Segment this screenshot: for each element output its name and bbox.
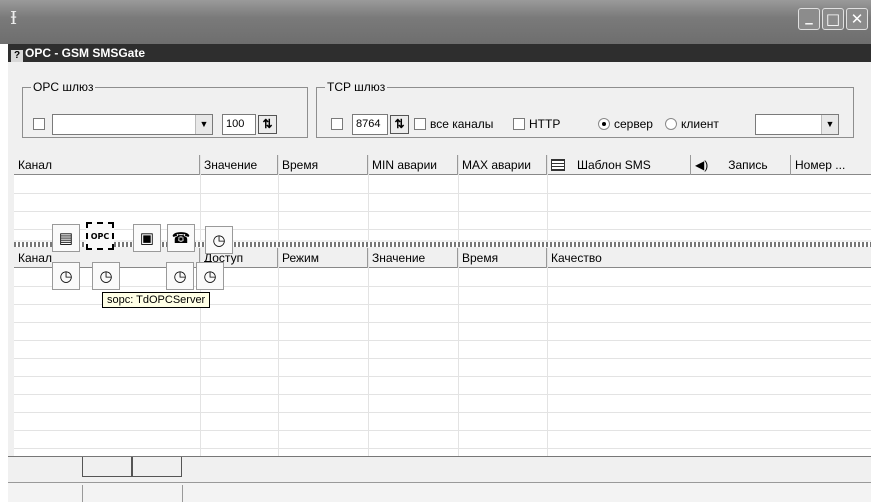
col-header-number[interactable]: Номер ... (791, 155, 871, 175)
col-header-quality[interactable]: Качество (547, 248, 871, 268)
window-titlebar[interactable]: Ɨ _ □ ✕ (0, 0, 871, 44)
grid-row-line (14, 211, 871, 212)
client-address-combo[interactable]: ▼ (755, 114, 839, 135)
modem-icon[interactable]: ☎ (167, 224, 195, 252)
server-label: сервер (614, 117, 653, 131)
col-header-tag-value[interactable]: Значение (368, 248, 458, 268)
opc-gateway-legend: OPC шлюз (33, 80, 94, 94)
timer-icon[interactable]: ◷ (166, 262, 194, 290)
close-button[interactable]: ✕ (846, 8, 868, 30)
component-tooltip: sopc: TdOPCServer (102, 292, 211, 308)
server-radio[interactable] (598, 118, 610, 130)
help-icon: ? (11, 50, 23, 62)
grid-row-line (14, 340, 871, 341)
tab-strip (8, 456, 871, 482)
grid-col-line (458, 248, 459, 456)
app-icon[interactable]: Ɨ (10, 8, 30, 30)
client-radio[interactable] (665, 118, 677, 130)
tab-2[interactable] (132, 457, 182, 477)
col-header-record[interactable]: ◀) Запись (691, 155, 791, 175)
opc-interval-value: 100 (226, 118, 245, 130)
grid-col-line (458, 155, 459, 240)
minimize-icon: _ (805, 7, 813, 25)
grid-col-line (368, 155, 369, 240)
col-header-tag-time[interactable]: Время (458, 248, 547, 268)
tcp-port-field[interactable]: 8764 (352, 114, 388, 135)
grid-row-line (14, 448, 871, 449)
opc-server-icon[interactable]: OPC (86, 222, 114, 250)
all-channels-label: все каналы (430, 117, 494, 131)
grid-row-line (14, 358, 871, 359)
grid-row-line (14, 430, 871, 431)
maximize-button[interactable]: □ (822, 8, 844, 30)
tcp-enable-checkbox[interactable] (331, 118, 343, 130)
serial-port-icon[interactable]: ▣ (133, 224, 161, 252)
client-label: клиент (681, 117, 719, 131)
maximize-icon: □ (825, 10, 841, 28)
timer-icon[interactable]: ◷ (52, 262, 80, 290)
grid-row-line (14, 376, 871, 377)
timer-icon[interactable]: ◷ (92, 262, 120, 290)
tab-1[interactable] (82, 457, 132, 477)
document-title: OPC - GSM SMSGate (25, 46, 146, 60)
http-label: HTTP (529, 117, 561, 131)
status-panel-1 (82, 485, 182, 502)
chevron-down-icon[interactable]: ▼ (195, 115, 212, 134)
tcp-gateway-legend: TCP шлюз (327, 80, 386, 94)
col-header-value[interactable]: Значение (200, 155, 278, 175)
speaker-icon: ◀) (695, 158, 709, 172)
document-title-bar[interactable]: ? OPC - GSM SMSGate (8, 44, 871, 62)
grid-col-line (368, 248, 369, 456)
grid-row-line (14, 412, 871, 413)
chevron-down-icon[interactable]: ▼ (821, 115, 838, 134)
opc-server-combo[interactable]: ▼ (52, 114, 213, 135)
status-panel-2 (182, 485, 871, 502)
grid-row-line (14, 286, 871, 287)
opc-enable-checkbox[interactable] (33, 118, 45, 130)
sms-template-icon (551, 159, 565, 171)
grid-row-line (14, 193, 871, 194)
col-header-mode[interactable]: Режим (278, 248, 368, 268)
minimize-button[interactable]: _ (798, 7, 820, 30)
tcp-port-value: 8764 (356, 118, 381, 130)
opc-interval-spin-button[interactable]: ⇅ (258, 115, 277, 134)
timer-icon[interactable]: ◷ (196, 262, 224, 290)
all-channels-checkbox[interactable] (414, 118, 426, 130)
grid-col-line (278, 248, 279, 456)
col-header-record-label: Запись (728, 158, 768, 172)
grid-col-line (278, 155, 279, 240)
grid-row-line (14, 394, 871, 395)
opc-server-tag: OPC (90, 231, 110, 241)
status-bar (8, 482, 871, 502)
timer-icon[interactable]: ◷ (205, 226, 233, 254)
channels-grid-header: Канал Значение Время MIN аварии MAX авар… (14, 155, 871, 175)
tcp-port-spin-button[interactable]: ⇅ (390, 115, 409, 134)
col-header-max-alarm[interactable]: MAX аварии (458, 155, 547, 175)
grid-col-line (547, 248, 548, 456)
col-header-min-alarm[interactable]: MIN аварии (368, 155, 458, 175)
col-header-time[interactable]: Время (278, 155, 368, 175)
tags-grid[interactable]: Канал Доступ Режим Значение Время Качест… (14, 248, 871, 456)
col-header-sms-template-label: Шаблон SMS (577, 158, 651, 172)
client-area: OPC шлюз ▼ 100 ⇅ TCP шлюз 8764 ⇅ все кан… (8, 62, 871, 502)
opc-interval-field[interactable]: 100 (222, 114, 256, 135)
grid-col-line (200, 155, 201, 240)
http-checkbox[interactable] (513, 118, 525, 130)
col-header-channel[interactable]: Канал (14, 155, 200, 175)
grid-col-line (547, 155, 548, 240)
col-header-sms-template[interactable]: Шаблон SMS (547, 155, 691, 175)
cards-icon[interactable]: ▤ (52, 224, 80, 252)
close-icon: ✕ (850, 10, 864, 28)
grid-row-line (14, 322, 871, 323)
